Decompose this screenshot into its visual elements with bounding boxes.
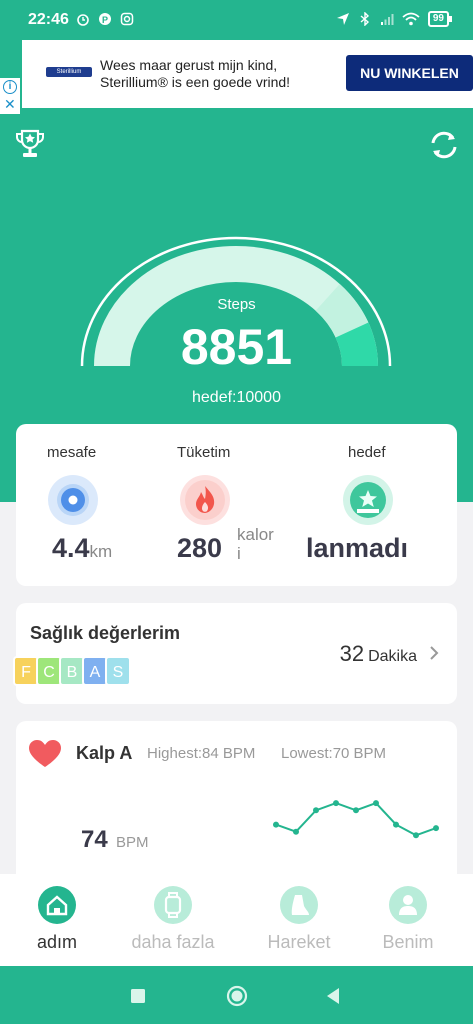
watch-icon [154, 886, 192, 924]
heart-rate-sparkline [273, 800, 439, 839]
distance-value: 4.4km [52, 533, 113, 563]
nav-steps-label: adım [36, 932, 78, 952]
recents-icon[interactable] [130, 988, 146, 1004]
status-bar: 22:46 P 99 [0, 0, 473, 40]
calories-value: 280 [177, 533, 223, 563]
bluetooth-icon [360, 12, 369, 26]
grade-s: S [105, 656, 131, 686]
goal-stat[interactable]: hedef lanmadı [306, 424, 457, 586]
back-icon[interactable] [325, 987, 341, 1005]
goal-label: hedef [348, 444, 386, 461]
distance-label: mesafe [47, 444, 97, 461]
nav-more[interactable]: daha fazla [118, 874, 228, 966]
ad-banner[interactable]: Sterillium Wees maar gerust mijn kind, S… [22, 40, 473, 108]
heart-rate-point [293, 828, 299, 835]
ad-text: Wees maar gerust mijn kind, Sterillium® … [100, 57, 291, 90]
distance-stat[interactable]: mesafe 4.4km [16, 424, 163, 586]
calories-label: Tüketim [177, 444, 231, 461]
bottom-navigation: adım daha fazla Hareket Benim [0, 874, 473, 966]
trophy-icon[interactable] [12, 126, 48, 162]
heart-title: Kalp A [76, 743, 132, 763]
sync-icon[interactable] [426, 127, 462, 163]
goal-value: lanmadı [306, 533, 409, 563]
shoe-icon [280, 886, 318, 924]
nav-steps[interactable]: adım [2, 874, 112, 966]
health-grade-scale: F C B A S [13, 656, 131, 686]
steps-goal: hedef:10000 [192, 389, 281, 406]
heart-rate-point [273, 821, 279, 828]
calories-unit: kalor i [237, 525, 274, 563]
ad-logo: Sterillium [46, 67, 92, 77]
alarm-icon [77, 14, 89, 26]
health-values-card[interactable]: Sağlık değerlerim 32 Dakika [16, 603, 457, 704]
heart-highest: Highest:84 BPM [147, 745, 256, 762]
wifi-icon [402, 12, 420, 26]
home-button-icon[interactable] [226, 985, 248, 1007]
nav-activity-label: Hareket [267, 932, 331, 952]
stats-card: mesafe 4.4km Tüketim 280 kalor i hedef l… [16, 424, 457, 586]
heart-rate-point [333, 800, 339, 807]
heart-rate-point [413, 832, 419, 839]
health-title: Sağlık değerlerim [30, 623, 181, 643]
heart-bpm-unit: BPM [116, 834, 149, 851]
heart-rate-point [313, 807, 319, 814]
heart-rate-point [393, 821, 399, 828]
instagram-icon [120, 12, 134, 26]
heart-rate-card[interactable]: Kalp A Highest:84 BPM Lowest:70 BPM 74 B… [16, 721, 457, 891]
location-pin-icon [48, 475, 98, 525]
close-icon[interactable]: ✕ [4, 96, 16, 113]
system-navigation-bar [0, 966, 473, 1024]
active-minutes: 32 Dakika [339, 641, 417, 666]
user-icon [389, 886, 427, 924]
nav-more-label: daha fazla [131, 932, 215, 952]
battery-indicator: 99 [427, 11, 453, 27]
calories-stat[interactable]: Tüketim 280 kalor i [163, 424, 310, 586]
signal-icon [380, 14, 394, 25]
steps-value: 8851 [180, 319, 293, 375]
flame-icon [180, 475, 230, 525]
goal-badge-icon [343, 475, 393, 525]
nav-profile-label: Benim [382, 932, 434, 952]
payment-app-icon: P [99, 13, 111, 25]
steps-label: Steps [217, 296, 256, 313]
nav-profile[interactable]: Benim [353, 874, 463, 966]
heart-rate-point [353, 807, 359, 814]
chevron-right-icon[interactable] [429, 645, 439, 661]
heart-icon [29, 740, 61, 767]
home-icon [38, 886, 76, 924]
ad-choices[interactable]: i ✕ [0, 78, 20, 114]
nav-activity[interactable]: Hareket [244, 874, 354, 966]
status-time: 22:46 [28, 11, 69, 28]
location-icon [336, 13, 349, 25]
heart-lowest: Lowest:70 BPM [281, 745, 387, 762]
heart-bpm-value: 74 [81, 826, 108, 853]
heart-rate-point [433, 825, 439, 832]
info-icon[interactable]: i [3, 80, 17, 94]
svg-text:P: P [102, 15, 108, 25]
ad-shop-button[interactable]: NU WINKELEN [346, 55, 473, 91]
heart-rate-point [373, 800, 379, 807]
